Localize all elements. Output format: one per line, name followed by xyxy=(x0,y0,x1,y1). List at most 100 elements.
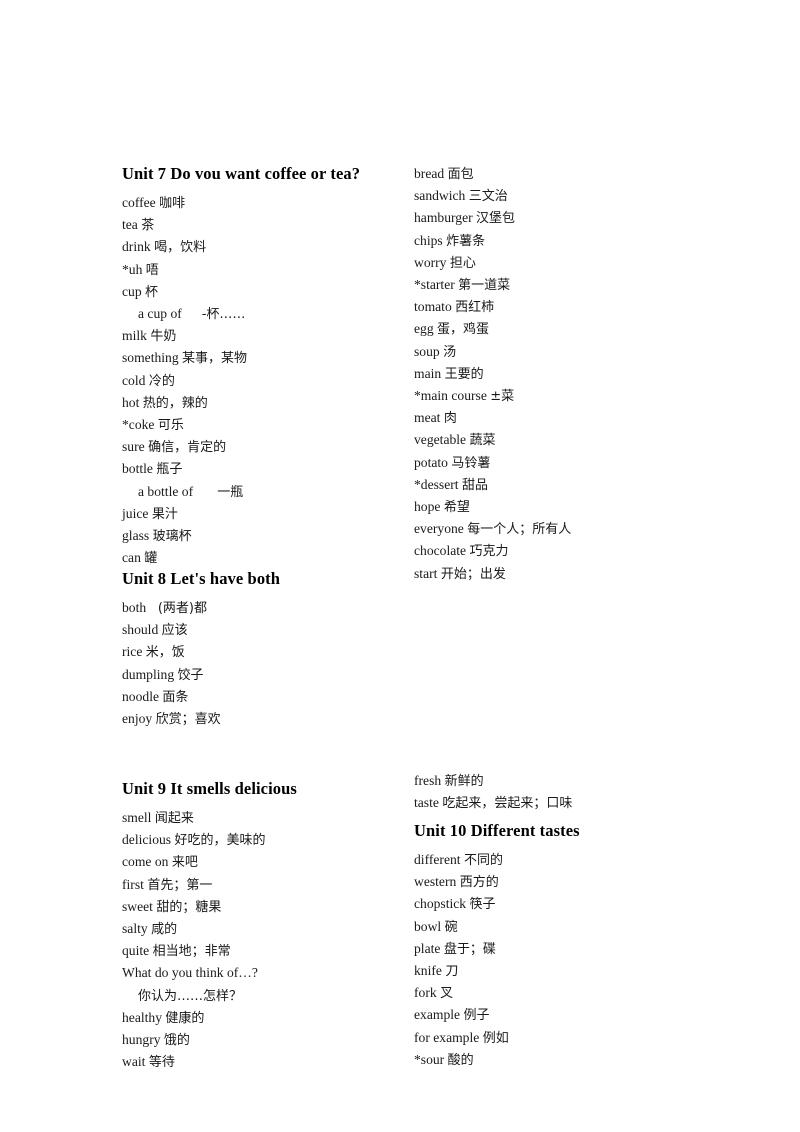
vocab-gloss-cn: 面条 xyxy=(162,689,189,705)
vocab-gloss-cn: 刀 xyxy=(445,964,459,980)
vocab-term-en: soup xyxy=(414,343,440,359)
vocab-gloss-cn: 罐 xyxy=(144,551,158,567)
vocab-term-en: hungry xyxy=(122,1032,161,1048)
vocab-term-en: *dessert xyxy=(414,476,459,492)
vocab-gloss-cn: -杯…… xyxy=(185,307,246,323)
vocab-gloss-cn: 冷的 xyxy=(148,373,175,389)
vocab-term-en: taste xyxy=(414,795,439,811)
vocab-entry: example 例子 xyxy=(414,1004,714,1026)
vocab-gloss-cn: 杯 xyxy=(145,284,159,300)
vocab-gloss-cn: 玻璃杯 xyxy=(152,529,192,545)
vocab-term-en: different xyxy=(414,852,461,867)
vocab-gloss-cn: 碗 xyxy=(444,919,458,935)
vocab-entry: bread 面包 xyxy=(414,163,714,185)
vocab-entry: glass 玻璃杯 xyxy=(122,525,422,547)
vocab-term-en: healthy xyxy=(122,1009,163,1025)
vocab-term-en: drink xyxy=(122,239,151,255)
vocab-term-en: fresh xyxy=(414,773,442,788)
vocab-entry: can 罐 xyxy=(122,547,422,569)
vocab-term-en: western xyxy=(414,874,457,890)
vocab-entry: drink 喝，饮料 xyxy=(122,236,422,258)
vocab-gloss-cn: 欣赏；喜欢 xyxy=(155,712,221,728)
vocab-entry: coffee 咖啡 xyxy=(122,192,422,214)
vocab-entry: noodle 面条 xyxy=(122,686,422,708)
vocab-term-en: fork xyxy=(414,985,437,1001)
unit-heading: Unit 10 Different tastes xyxy=(414,821,580,840)
vocab-entry: something 某事，某物 xyxy=(122,347,422,369)
vocab-gloss-cn: 果汁 xyxy=(151,506,178,522)
vocab-term-en: wait xyxy=(122,1054,146,1070)
vocab-entry: everyone 每一个人；所有人 xyxy=(414,518,714,540)
vocab-term-en: *main course xyxy=(414,388,487,404)
vocab-entry: a cup of -杯…… xyxy=(122,303,422,325)
vocab-term-en: coffee xyxy=(122,195,156,210)
vocab-term-en: juice xyxy=(122,505,149,521)
vocab-entry: *dessert 甜品 xyxy=(414,474,714,496)
vocab-gloss-cn: 三文治 xyxy=(468,189,508,205)
vocab-entry: juice 果汁 xyxy=(122,503,422,525)
vocab-gloss-cn: 西方的 xyxy=(459,875,499,891)
vocab-entry: rice 米，饭 xyxy=(122,641,422,663)
vocab-gloss-cn: 米，饭 xyxy=(145,645,185,661)
vocab-entry: wait 等待 xyxy=(122,1051,422,1073)
vocab-list: smell 闻起来 delicious 好吃的，美味的 come on 来吧 firs… xyxy=(122,807,422,1073)
unit-section-unit-9-right: fresh 新鲜的 taste 吃起来，尝起来；口味 xyxy=(414,770,714,814)
vocab-term-en: What do you think of…? xyxy=(122,965,258,981)
vocab-term-en: knife xyxy=(414,963,442,979)
unit-section-unit-7: Unit 7 Do vou want coffee or tea? coffee … xyxy=(122,163,422,569)
unit-section-unit-10: Unit 10 Different tastes different 不同的 wes… xyxy=(414,820,714,1071)
vocab-list: bread 面包 sandwich 三文治 hamburger 汉堡包 chips 炸… xyxy=(414,163,714,585)
vocab-entry: western 西方的 xyxy=(414,871,714,893)
vocab-entry: taste 吃起来，尝起来；口味 xyxy=(414,792,714,814)
vocab-entry: both (两者)都 xyxy=(122,597,422,619)
vocab-entry: *main course ±菜 xyxy=(414,385,714,407)
vocab-entry: smell 闻起来 xyxy=(122,807,422,829)
vocab-entry: vegetable 蔬菜 xyxy=(414,429,714,451)
vocab-term-en: bread xyxy=(414,166,445,181)
vocab-entry: sure 确信，肯定的 xyxy=(122,436,422,458)
vocab-gloss-cn: 蛋，鸡蛋 xyxy=(437,322,490,338)
vocab-entry: chopstick 筷子 xyxy=(414,893,714,915)
vocab-gloss-cn: 闻起来 xyxy=(154,811,194,826)
vocab-gloss-cn: 新鲜的 xyxy=(444,774,484,789)
vocab-gloss-cn: 筷子 xyxy=(469,897,496,913)
vocab-entry: bottle 瓶子 xyxy=(122,458,422,480)
unit-section-unit-7-right: bread 面包 sandwich 三文治 hamburger 汉堡包 chips 炸… xyxy=(414,163,714,585)
vocab-gloss-cn: 叉 xyxy=(440,986,454,1002)
vocab-term-en: vegetable xyxy=(414,432,467,448)
vocab-entry: quite 相当地；非常 xyxy=(122,940,422,962)
vocab-gloss-cn: 热的，辣的 xyxy=(142,395,208,411)
vocab-term-en: can xyxy=(122,550,141,566)
vocab-gloss-cn: 首先；第一 xyxy=(147,877,213,893)
vocab-entry: potato 马铃薯 xyxy=(414,452,714,474)
vocab-entry: fork 叉 xyxy=(414,982,714,1004)
unit-heading: Unit 8 Let's have both xyxy=(122,569,281,588)
vocab-term-en: both xyxy=(122,600,147,615)
vocab-entry: cup 杯 xyxy=(122,281,422,303)
vocab-entry: hungry 饿的 xyxy=(122,1029,422,1051)
vocab-gloss-cn: 例子 xyxy=(463,1008,490,1024)
vocab-term-en: delicious xyxy=(122,832,172,848)
vocab-gloss-cn: 酸的 xyxy=(447,1052,474,1068)
vocab-entry: milk 牛奶 xyxy=(122,325,422,347)
vocab-entry: come on 来吧 xyxy=(122,851,422,873)
vocab-entry: delicious 好吃的，美味的 xyxy=(122,829,422,851)
unit-section-unit-9: Unit 9 It smells delicious smell 闻起来 delic… xyxy=(122,778,422,1073)
vocab-entry: knife 刀 xyxy=(414,960,714,982)
vocab-term-en: *uh xyxy=(122,261,143,277)
vocab-gloss-cn: 你认为……怎样？ xyxy=(138,988,243,1004)
vocab-gloss-cn: ±菜 xyxy=(490,389,515,405)
vocab-gloss-cn: 甜的；糖果 xyxy=(156,899,222,915)
vocab-term-en: tomato xyxy=(414,299,452,315)
vocab-entry: What do you think of…? xyxy=(122,962,422,984)
vocab-gloss-cn: 担心 xyxy=(449,255,476,271)
vocab-gloss-cn: 希望 xyxy=(443,500,470,516)
vocab-gloss-cn: 唔 xyxy=(145,262,159,278)
vocab-entry: hamburger 汉堡包 xyxy=(414,207,714,229)
vocab-term-en: chips xyxy=(414,232,443,248)
vocab-gloss-cn: 炸薯条 xyxy=(446,233,486,249)
vocab-entry: plate 盘于；碟 xyxy=(414,938,714,960)
vocab-gloss-cn: 一瓶 xyxy=(196,484,244,500)
vocab-entry: *starter 第一道菜 xyxy=(414,274,714,296)
vocab-gloss-cn: 开始；出发 xyxy=(440,566,506,582)
